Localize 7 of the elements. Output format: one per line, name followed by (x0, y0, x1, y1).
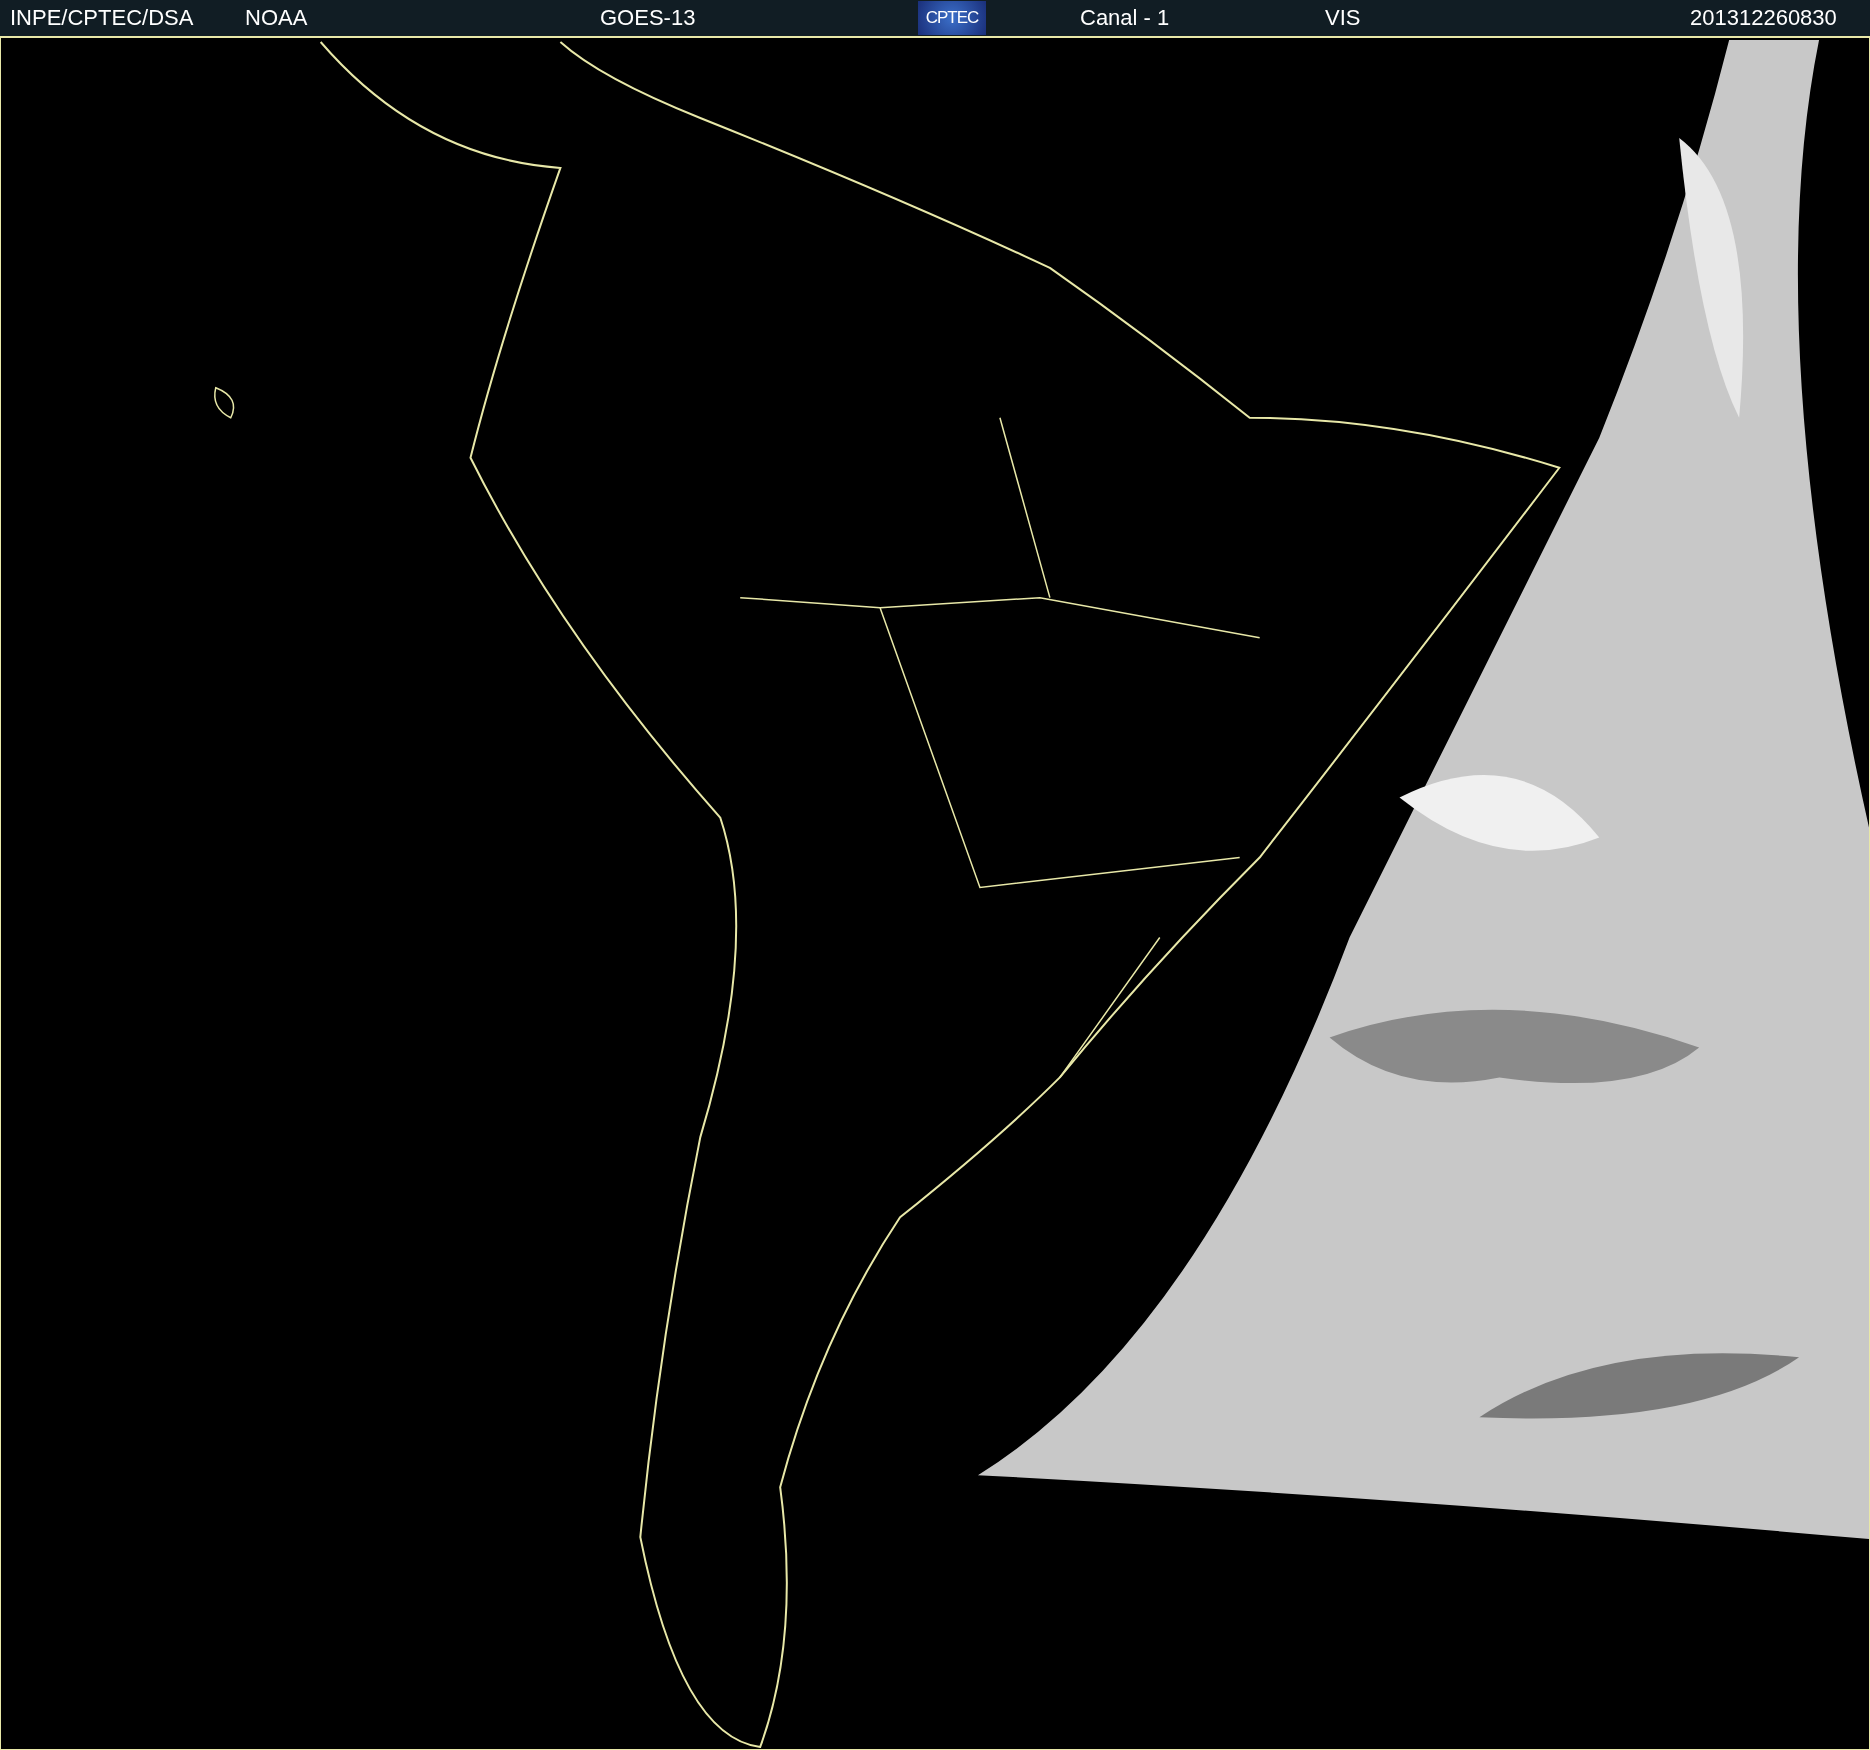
agency-label: NOAA (245, 5, 308, 31)
logo: CPTEC (918, 1, 986, 35)
band-label: VIS (1325, 5, 1361, 31)
channel-label: Canal - 1 (1080, 5, 1170, 31)
source-label: INPE/CPTEC/DSA (10, 5, 194, 31)
satellite-label: GOES-13 (600, 5, 696, 31)
timestamp-label: 201312260830 (1690, 5, 1837, 31)
